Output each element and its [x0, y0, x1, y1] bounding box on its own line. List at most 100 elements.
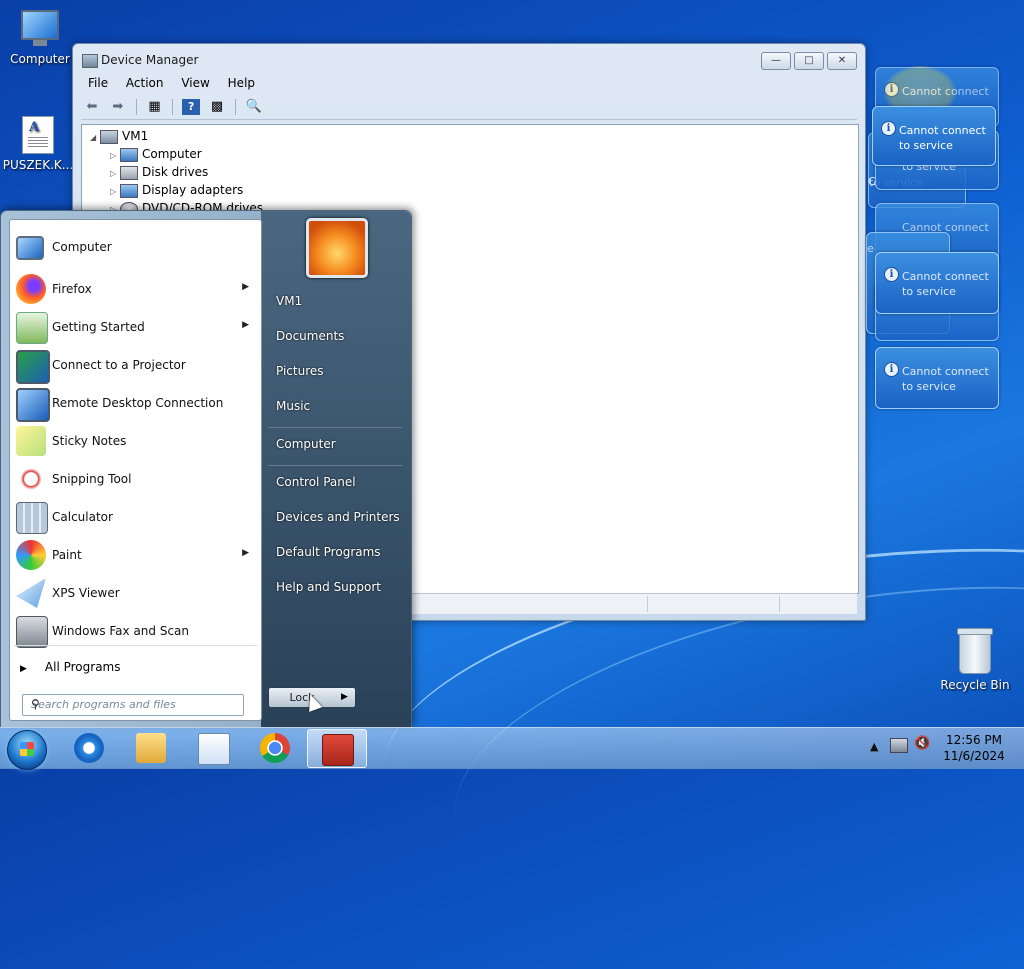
- info-icon: i: [884, 267, 899, 282]
- menu-help[interactable]: Help: [221, 74, 262, 92]
- notification-text: Cannot connect to service: [902, 365, 989, 393]
- maximize-button[interactable]: □: [794, 52, 824, 70]
- program-label: Connect to a Projector: [52, 358, 186, 372]
- close-button[interactable]: ✕: [827, 52, 857, 70]
- computer-icon: [100, 129, 118, 144]
- program-connect-projector[interactable]: Connect to a Projector: [10, 348, 261, 384]
- xps-viewer-icon: [16, 578, 46, 608]
- menu-view[interactable]: View: [174, 74, 216, 92]
- desktop-icon-computer[interactable]: Computer: [2, 10, 78, 66]
- search-input[interactable]: Search programs and files ⚲: [22, 694, 244, 716]
- tree-root[interactable]: ◢ VM1: [90, 127, 148, 145]
- toolbar-separator: [135, 99, 137, 115]
- start-menu-programs-pane: Computer Firefox ▶ Getting Started ▶ Con…: [9, 219, 262, 721]
- remote-desktop-icon: [16, 388, 50, 422]
- clock-date: 11/6/2024: [943, 749, 1005, 763]
- clock[interactable]: 12:56 PM 11/6/2024: [935, 732, 1013, 764]
- scan-hardware-icon[interactable]: 🔍: [245, 99, 263, 115]
- info-icon: i: [884, 362, 899, 377]
- program-label: XPS Viewer: [52, 586, 120, 600]
- program-firefox[interactable]: Firefox ▶: [10, 272, 261, 308]
- program-snipping-tool[interactable]: Snipping Tool: [10, 462, 261, 498]
- tree-item-computer[interactable]: ▷ Computer: [110, 145, 202, 163]
- submenu-arrow-icon[interactable]: ▶: [242, 548, 249, 558]
- taskbar-device-manager[interactable]: [307, 729, 367, 768]
- taskbar-wordpad[interactable]: [184, 729, 242, 766]
- desktop-icon-document[interactable]: PUSZEK.K...: [0, 116, 76, 172]
- start-menu[interactable]: Computer Firefox ▶ Getting Started ▶ Con…: [0, 210, 412, 728]
- divider: [268, 465, 402, 466]
- taskbar-internet-explorer[interactable]: [60, 729, 118, 766]
- internet-explorer-icon: [74, 733, 104, 763]
- program-label: Windows Fax and Scan: [52, 624, 190, 638]
- search-icon[interactable]: ⚲: [31, 697, 238, 711]
- help-icon[interactable]: ?: [182, 99, 201, 115]
- submenu-arrow-icon[interactable]: ▶: [242, 320, 249, 330]
- all-programs-button[interactable]: ▶ All Programs: [20, 660, 121, 674]
- volume-muted-icon[interactable]: 🔇: [914, 736, 930, 751]
- power-options-arrow-icon[interactable]: ▶: [334, 687, 356, 708]
- program-label: Snipping Tool: [52, 472, 132, 486]
- menu-bar: File Action View Help: [81, 74, 857, 94]
- desktop-icon-label: Recycle Bin: [940, 678, 1010, 692]
- computer-icon: [21, 10, 59, 46]
- menu-file[interactable]: File: [81, 74, 115, 92]
- toolbox-icon: [322, 734, 354, 766]
- back-arrow-icon[interactable]: ⬅: [83, 99, 101, 115]
- program-getting-started[interactable]: Getting Started ▶: [10, 310, 261, 346]
- lock-button[interactable]: Lock: [268, 687, 336, 708]
- chrome-icon: [260, 733, 290, 763]
- start-link-pictures[interactable]: Pictures: [276, 364, 324, 378]
- projector-icon: [16, 350, 50, 384]
- start-link-default-programs[interactable]: Default Programs: [276, 545, 381, 559]
- folder-icon: [136, 733, 166, 763]
- forward-arrow-icon[interactable]: ➡: [109, 99, 127, 115]
- view-icon[interactable]: ▩: [208, 99, 226, 115]
- start-link-user[interactable]: VM1: [276, 294, 302, 308]
- properties-icon[interactable]: ▦: [145, 99, 163, 115]
- start-button[interactable]: [7, 730, 47, 770]
- submenu-arrow-icon[interactable]: ▶: [242, 282, 249, 292]
- tree-item-disk-drives[interactable]: ▷ Disk drives: [110, 163, 208, 181]
- user-avatar[interactable]: [306, 218, 368, 278]
- program-label: Calculator: [52, 510, 113, 524]
- start-link-music[interactable]: Music: [276, 399, 310, 413]
- collapse-icon[interactable]: ◢: [90, 129, 100, 147]
- start-link-help-support[interactable]: Help and Support: [276, 580, 381, 594]
- program-paint[interactable]: Paint ▶: [10, 538, 261, 574]
- program-remote-desktop[interactable]: Remote Desktop Connection: [10, 386, 261, 422]
- taskbar-windows-explorer[interactable]: [122, 729, 180, 766]
- notification-balloon[interactable]: i Cannot connect to service: [872, 106, 996, 166]
- tree-item-display-adapters[interactable]: ▷ Display adapters: [110, 181, 243, 199]
- sticky-notes-icon: [16, 426, 46, 456]
- device-manager-app-icon: [82, 54, 98, 68]
- info-icon: i: [884, 82, 899, 97]
- notification-balloon[interactable]: i Cannot connect to service: [875, 347, 999, 409]
- program-calculator[interactable]: Calculator: [10, 500, 261, 536]
- document-icon: [22, 116, 54, 154]
- minimize-button[interactable]: —: [761, 52, 791, 70]
- start-link-devices-printers[interactable]: Devices and Printers: [276, 510, 400, 524]
- notification-text: Cannot connect to service: [902, 270, 989, 298]
- network-icon[interactable]: [890, 738, 908, 753]
- show-hidden-icons[interactable]: ▲: [870, 740, 878, 753]
- snipping-tool-icon: [16, 464, 46, 494]
- desktop-icon-label: PUSZEK.K...: [2, 158, 74, 172]
- start-link-control-panel[interactable]: Control Panel: [276, 475, 356, 489]
- taskbar-chrome[interactable]: [246, 729, 304, 766]
- start-link-documents[interactable]: Documents: [276, 329, 344, 343]
- firefox-icon: [16, 274, 46, 304]
- notification-text: e: [867, 242, 874, 255]
- program-xps-viewer[interactable]: XPS Viewer: [10, 576, 261, 612]
- notification-balloon[interactable]: i Cannot connect to service: [875, 252, 999, 314]
- tree-item-label: Computer: [142, 147, 202, 161]
- start-link-computer[interactable]: Computer: [276, 437, 336, 451]
- desktop-icon-recycle-bin[interactable]: Recycle Bin: [937, 628, 1013, 692]
- program-label: Remote Desktop Connection: [52, 396, 224, 410]
- menu-action[interactable]: Action: [119, 74, 171, 92]
- program-sticky-notes[interactable]: Sticky Notes: [10, 424, 261, 460]
- program-computer[interactable]: Computer: [10, 230, 261, 266]
- disk-drive-icon: [120, 165, 138, 180]
- program-label: Getting Started: [52, 320, 145, 334]
- tree-item-label: Display adapters: [142, 183, 244, 197]
